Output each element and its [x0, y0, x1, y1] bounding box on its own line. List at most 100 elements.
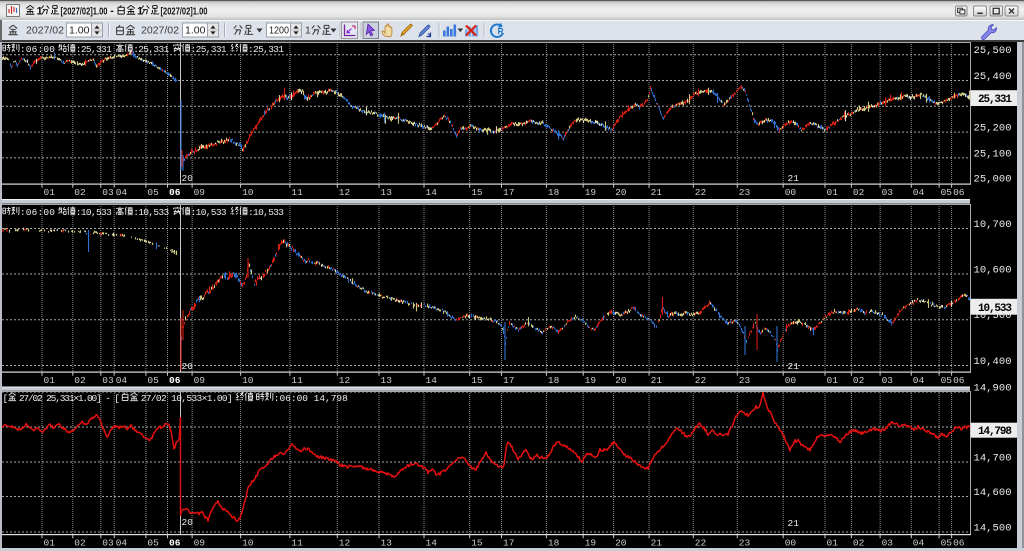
svg-text:06: 06 — [169, 538, 181, 549]
svg-text:00: 00 — [785, 538, 797, 549]
svg-text:02: 02 — [74, 375, 86, 386]
svg-text::25,331: :25,331 — [248, 44, 284, 55]
svg-text:18: 18 — [548, 187, 560, 198]
svg-text:[2027/02]1.00: [2027/02]1.00 — [161, 6, 208, 18]
svg-text:18: 18 — [548, 375, 560, 386]
svg-text:01: 01 — [44, 187, 56, 198]
svg-text:13: 13 — [381, 375, 393, 386]
svg-text::10,533: :10,533 — [248, 207, 284, 218]
svg-text:01: 01 — [44, 538, 56, 549]
svg-text:25,200: 25,200 — [974, 123, 1012, 135]
svg-text:19: 19 — [585, 538, 597, 549]
svg-text:11: 11 — [291, 187, 303, 198]
svg-text:[: [ — [3, 393, 9, 404]
svg-text:03: 03 — [882, 538, 894, 549]
svg-text:05: 05 — [147, 375, 159, 386]
svg-text:10,700: 10,700 — [974, 219, 1012, 231]
svg-text:06: 06 — [169, 187, 181, 198]
svg-text:20: 20 — [615, 375, 627, 386]
svg-text:27/02 25,331×1.00] - [: 27/02 25,331×1.00] - [ — [19, 393, 120, 404]
svg-text:10,400: 10,400 — [974, 356, 1012, 368]
svg-text:14,900: 14,900 — [974, 383, 1012, 395]
svg-text:05: 05 — [147, 187, 159, 198]
svg-text:05: 05 — [941, 538, 953, 549]
svg-text:05: 05 — [147, 538, 159, 549]
svg-text:25,000: 25,000 — [974, 174, 1012, 186]
svg-text:14,500: 14,500 — [974, 523, 1012, 535]
svg-text:21: 21 — [788, 518, 800, 529]
svg-text:00: 00 — [785, 375, 797, 386]
svg-text:09: 09 — [194, 375, 206, 386]
svg-text:27/02 10,533×1.00]: 27/02 10,533×1.00] — [141, 393, 233, 404]
svg-text:04: 04 — [913, 375, 925, 386]
svg-text:11: 11 — [291, 538, 303, 549]
svg-text::10,533: :10,533 — [191, 207, 227, 218]
svg-text:04: 04 — [116, 538, 128, 549]
svg-text:R: R — [498, 26, 504, 36]
svg-text:01: 01 — [827, 538, 839, 549]
svg-text:10,533: 10,533 — [978, 303, 1012, 315]
svg-text:06: 06 — [953, 375, 965, 386]
svg-text:03: 03 — [882, 187, 894, 198]
svg-text:05: 05 — [941, 375, 953, 386]
svg-text:1.00: 1.00 — [185, 25, 206, 37]
svg-text::25,331: :25,331 — [133, 44, 169, 55]
svg-text:22: 22 — [695, 375, 707, 386]
svg-text:14: 14 — [426, 375, 438, 386]
svg-text:[2027/02]1.00: [2027/02]1.00 — [61, 6, 108, 18]
svg-text:03: 03 — [102, 538, 114, 549]
svg-text:19: 19 — [585, 375, 597, 386]
svg-text:04: 04 — [116, 375, 128, 386]
svg-text:03: 03 — [102, 375, 114, 386]
svg-text:02: 02 — [74, 187, 86, 198]
svg-text:03: 03 — [102, 187, 114, 198]
svg-text:20: 20 — [182, 517, 194, 528]
svg-text:15: 15 — [471, 538, 483, 549]
svg-text:15: 15 — [471, 375, 483, 386]
svg-text:01: 01 — [44, 375, 56, 386]
svg-text:04: 04 — [913, 538, 925, 549]
svg-text:17: 17 — [503, 187, 514, 198]
svg-text:25,500: 25,500 — [974, 45, 1012, 57]
svg-text:06: 06 — [953, 187, 965, 198]
svg-text:19: 19 — [585, 187, 597, 198]
svg-text:02: 02 — [853, 538, 865, 549]
svg-text:20: 20 — [182, 361, 194, 372]
svg-text:09: 09 — [194, 538, 206, 549]
svg-text:01: 01 — [827, 375, 839, 386]
svg-text:20: 20 — [615, 538, 627, 549]
svg-text:23: 23 — [739, 187, 751, 198]
svg-text:02: 02 — [74, 538, 86, 549]
svg-text:18: 18 — [548, 538, 560, 549]
svg-text:13: 13 — [381, 187, 393, 198]
svg-text:-: - — [110, 5, 114, 17]
svg-text::06:00 14,798: :06:00 14,798 — [274, 393, 348, 404]
svg-text:01: 01 — [827, 187, 839, 198]
svg-text:14: 14 — [426, 187, 438, 198]
svg-text:02: 02 — [853, 375, 865, 386]
svg-text:10,600: 10,600 — [974, 265, 1012, 277]
svg-text:14,700: 14,700 — [974, 453, 1012, 465]
svg-text:1: 1 — [305, 25, 311, 37]
svg-text:12: 12 — [339, 187, 351, 198]
svg-text:23: 23 — [739, 375, 751, 386]
svg-text:17: 17 — [503, 538, 514, 549]
svg-text:04: 04 — [116, 187, 128, 198]
svg-text:20: 20 — [182, 173, 194, 184]
svg-text:00: 00 — [785, 187, 797, 198]
svg-text:03: 03 — [882, 375, 894, 386]
svg-text:21: 21 — [651, 187, 663, 198]
svg-text:10: 10 — [242, 375, 254, 386]
svg-text:04: 04 — [913, 187, 925, 198]
svg-text::25,331: :25,331 — [76, 44, 112, 55]
svg-text:21: 21 — [788, 361, 800, 372]
svg-text:1.00: 1.00 — [69, 25, 90, 37]
svg-text:20: 20 — [615, 187, 627, 198]
svg-text:15: 15 — [471, 187, 483, 198]
svg-text:21: 21 — [651, 375, 663, 386]
svg-text:21: 21 — [788, 173, 800, 184]
svg-text:06: 06 — [169, 375, 181, 386]
svg-text:13: 13 — [381, 538, 393, 549]
svg-text:14,798: 14,798 — [978, 426, 1012, 438]
svg-text:06: 06 — [953, 538, 965, 549]
